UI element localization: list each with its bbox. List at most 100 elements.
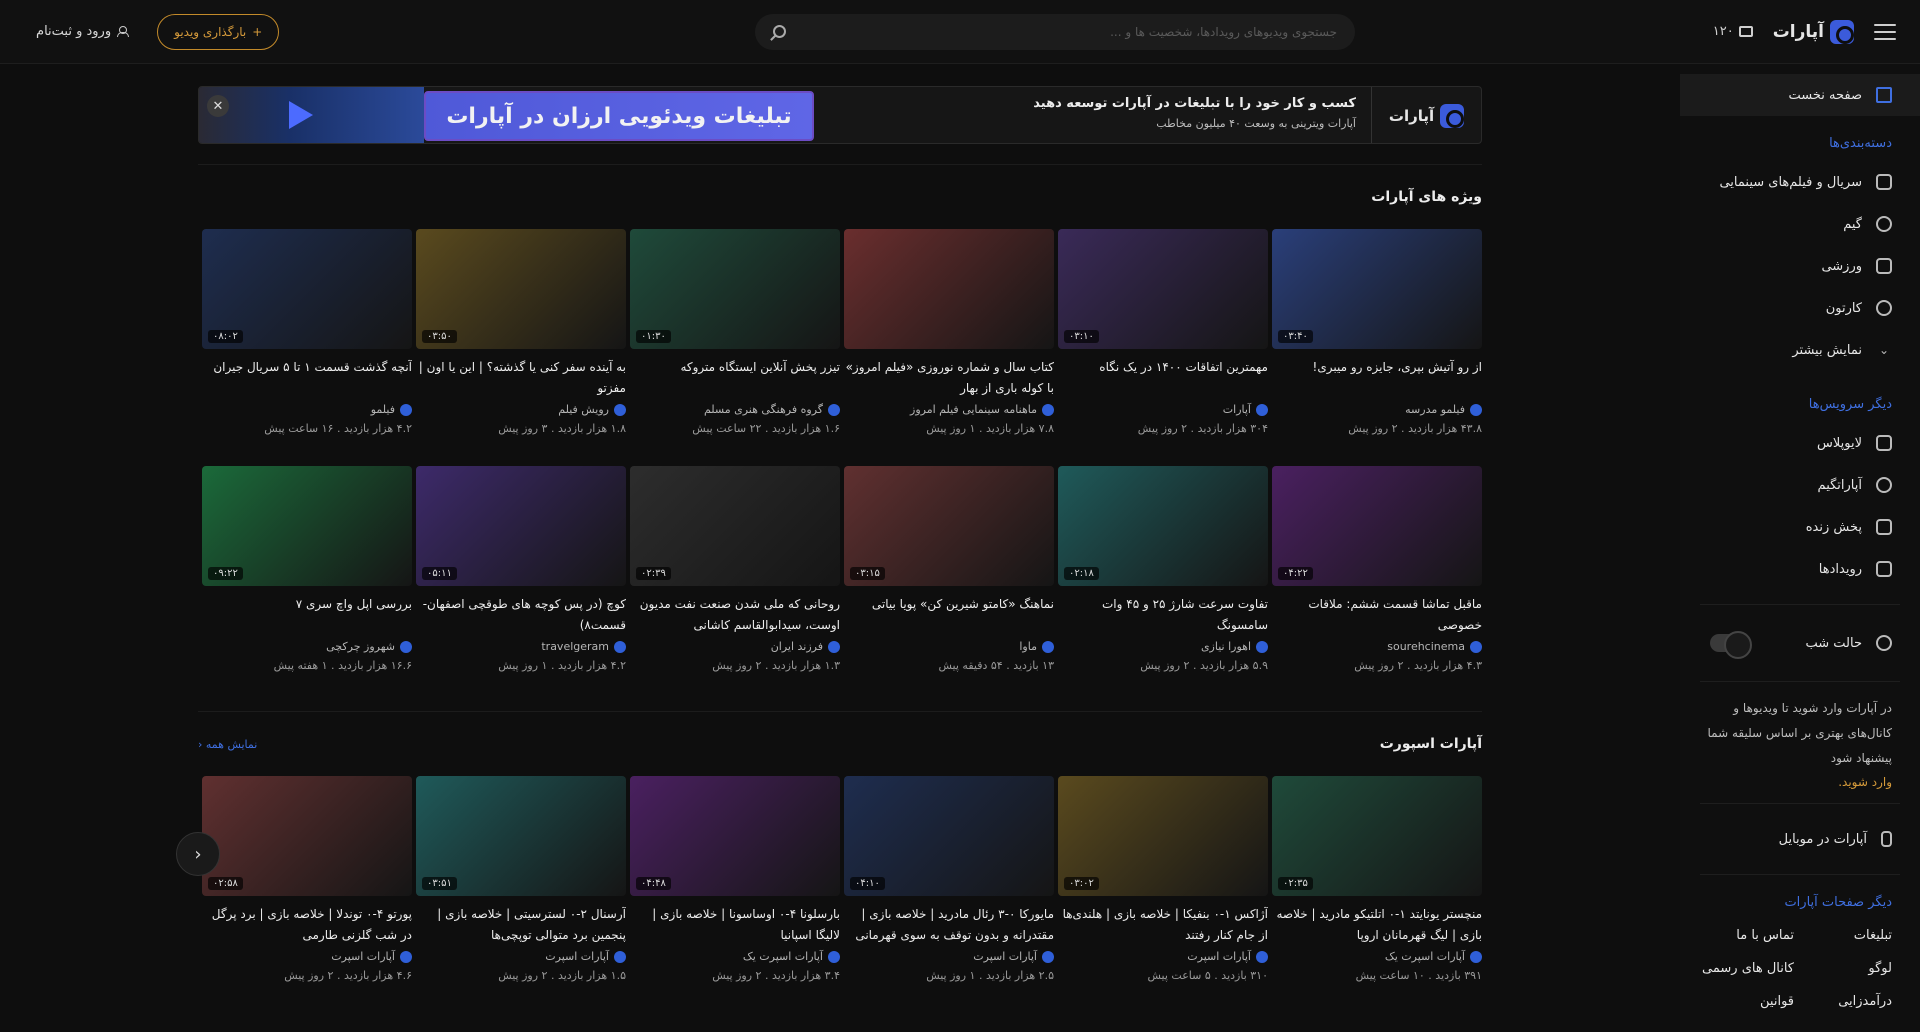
video-card[interactable]: ۰۴:۲۲ ماقبل تماشا قسمت ششم: ملاقات خصوصی s… [1272, 466, 1482, 703]
channel-link[interactable]: اهورا نیازی [1058, 640, 1268, 653]
video-card[interactable]: ۰۸:۰۲ آنچه گذشت قسمت ۱ تا ۵ سریال جیران فی… [202, 229, 412, 466]
channel-link[interactable]: فیلمو مدرسه [1272, 403, 1482, 416]
video-thumbnail[interactable]: ۰۴:۲۲ [1272, 466, 1482, 586]
video-title[interactable]: بارسلونا ۴-۰ اوساسونا | خلاصه بازی | لال… [630, 904, 840, 946]
sidebar-item-game[interactable]: گیم [1680, 203, 1920, 245]
video-title[interactable]: آرسنال ۲-۰ لسترسیتی | خلاصه بازی | پنجمی… [416, 904, 626, 946]
link-ads[interactable]: تبلیغات [1794, 928, 1892, 943]
channel-link[interactable]: آپارات اسپرت یک [630, 950, 840, 963]
logo[interactable]: آپارات [1773, 19, 1854, 44]
video-card[interactable]: ۰۳:۵۰ به آینده سفر کنی یا گذشته؟ | این یا… [416, 229, 626, 466]
channel-link[interactable]: ماهنامه سینمایی فیلم امروز [844, 403, 1054, 416]
video-card[interactable]: ۰۵:۱۱ کوچ (در پس کوچه های طوقچی اصفهان- ق… [416, 466, 626, 703]
sidebar-item-sport[interactable]: ورزشی [1680, 245, 1920, 287]
notification-counter[interactable]: ۱۲۰ [1713, 24, 1753, 39]
video-card[interactable]: ۰۹:۲۲ بررسی اپل واچ سری ۷ شهروز چرکچی ۱۶.۶ … [202, 466, 412, 703]
channel-link[interactable]: آپارات اسپرت [844, 950, 1054, 963]
video-card[interactable]: ۰۳:۵۱ آرسنال ۲-۰ لسترسیتی | خلاصه بازی | … [416, 776, 626, 1013]
video-title[interactable]: تیزر پخش آنلاین ایستگاه متروکه [630, 357, 840, 399]
video-title[interactable]: کوچ (در پس کوچه های طوقچی اصفهان- قسمت۸) [416, 594, 626, 636]
video-thumbnail[interactable]: ۰۳:۵۰ [416, 229, 626, 349]
sidebar-item-home[interactable]: صفحه نخست [1680, 74, 1920, 116]
channel-link[interactable]: آپارات اسپرت [202, 950, 412, 963]
carousel-left-arrow-icon[interactable]: ‹ [176, 832, 220, 876]
link-contact[interactable]: تماس با ما [1696, 928, 1794, 943]
channel-link[interactable]: شهروز چرکچی [202, 640, 412, 653]
channel-link[interactable]: آپارات اسپرت [1058, 950, 1268, 963]
video-card[interactable]: ۰۲:۵۸ پورتو ۴-۰ توندلا | خلاصه بازی | برد… [202, 776, 412, 1013]
video-thumbnail[interactable]: ۰۴:۴۸ [630, 776, 840, 896]
video-title[interactable]: آنچه گذشت قسمت ۱ تا ۵ سریال جیران [202, 357, 412, 399]
sidebar-item-series[interactable]: سریال و فیلم‌های سینمایی [1680, 161, 1920, 203]
channel-link[interactable]: ماوا [844, 640, 1054, 653]
video-title[interactable]: بررسی اپل واچ سری ۷ [202, 594, 412, 636]
video-thumbnail[interactable]: ۰۲:۳۵ [1272, 776, 1482, 896]
video-card[interactable]: ۰۳:۱۰ مهمترین اتفاقات ۱۴۰۰ در یک نگاه آپار… [1058, 229, 1268, 466]
sidebar-item-cartoon[interactable]: کارتون [1680, 287, 1920, 329]
channel-link[interactable]: گروه فرهنگی هنری مسلم [630, 403, 840, 416]
banner-cta[interactable]: تبلیغات ویدئویی ارزان در آپارات [424, 91, 814, 141]
video-card[interactable]: ۰۴:۱۰ مایورکا ۰-۳ رئال مادرید | خلاصه باز… [844, 776, 1054, 1013]
search-icon[interactable] [773, 25, 787, 38]
channel-link[interactable]: آپارات اسپرت [416, 950, 626, 963]
video-title[interactable]: آژاکس ۱-۰ بنفیکا | خلاصه بازی | هلندی‌ها… [1058, 904, 1268, 946]
video-title[interactable]: روحانی که ملی شدن صنعت نفت مدیون اوست، س… [630, 594, 840, 636]
search-input[interactable] [796, 24, 1338, 39]
close-icon[interactable]: ✕ [207, 95, 229, 117]
channel-link[interactable]: آپارات اسپرت یک [1272, 950, 1482, 963]
video-title[interactable]: به آینده سفر کنی یا گذشته؟ | این یا اون … [416, 357, 626, 399]
video-thumbnail[interactable]: ۰۳:۵۱ [416, 776, 626, 896]
sidebar-item-liveplus[interactable]: لایوپلاس [1680, 422, 1920, 464]
video-card[interactable]: ۰۱:۳۰ تیزر پخش آنلاین ایستگاه متروکه گروه … [630, 229, 840, 466]
night-mode-toggle[interactable] [1710, 631, 1752, 659]
channel-link[interactable]: فیلمو [202, 403, 412, 416]
link-monetization[interactable]: درآمدزایی [1794, 994, 1892, 1009]
video-card[interactable]: ۰۴:۴۸ بارسلونا ۴-۰ اوساسونا | خلاصه بازی … [630, 776, 840, 1013]
sidebar-item-live-stream[interactable]: پخش زنده [1680, 506, 1920, 548]
video-thumbnail[interactable]: ۰۳:۱۰ [1058, 229, 1268, 349]
video-card[interactable]: ۰۳:۴۰ از رو آتیش بپری، جایزه رو میبری! فیل… [1272, 229, 1482, 466]
video-title[interactable]: نماهنگ «کامتو شیرین کن» پویا بیاتی [844, 594, 1054, 636]
show-all-link[interactable]: نمایش همه ‹ [198, 738, 257, 751]
video-thumbnail[interactable]: ۰۲:۱۸ [1058, 466, 1268, 586]
video-thumbnail[interactable]: ۰۳:۱۵ [844, 466, 1054, 586]
sidebar-item-aparatgame[interactable]: آپاراتگیم [1680, 464, 1920, 506]
video-thumbnail[interactable]: ۰۳:۰۲ [1058, 776, 1268, 896]
link-official-channels[interactable]: کانال های رسمی [1696, 961, 1794, 976]
ad-banner[interactable]: ✕ تبلیغات ویدئویی ارزان در آپارات کسب و … [198, 86, 1482, 144]
channel-link[interactable]: آپارات [1058, 403, 1268, 416]
channel-link[interactable]: sourehcinema [1272, 640, 1482, 653]
video-card[interactable]: ۰۲:۳۹ روحانی که ملی شدن صنعت نفت مدیون او… [630, 466, 840, 703]
video-card[interactable]: کتاب سال و شماره نوروزی «فیلم امروز» با … [844, 229, 1054, 466]
link-rules[interactable]: قوانین [1696, 994, 1794, 1009]
video-title[interactable]: کتاب سال و شماره نوروزی «فیلم امروز» با … [844, 357, 1054, 399]
video-title[interactable]: مایورکا ۰-۳ رئال مادرید | خلاصه بازی | م… [844, 904, 1054, 946]
video-title[interactable]: ماقبل تماشا قسمت ششم: ملاقات خصوصی [1272, 594, 1482, 636]
video-title[interactable]: از رو آتیش بپری، جایزه رو میبری! [1272, 357, 1482, 399]
video-thumbnail[interactable]: ۰۲:۵۸ [202, 776, 412, 896]
video-card[interactable]: ۰۲:۱۸ تفاوت سرعت شارژ ۲۵ و ۴۵ وات سامسونگ… [1058, 466, 1268, 703]
video-title[interactable]: منچستر یونایتد ۱-۰ اتلتیکو مادرید | خلاص… [1272, 904, 1483, 946]
video-thumbnail[interactable]: ۰۴:۱۰ [844, 776, 1054, 896]
sidebar-item-mobile[interactable]: آپارات در موبایل [1680, 818, 1920, 860]
sidebar-item-events[interactable]: رویدادها [1680, 548, 1920, 590]
link-logo[interactable]: لوگو [1794, 961, 1892, 976]
menu-icon[interactable] [1874, 23, 1896, 40]
sidebar-item-show-more[interactable]: ⌄ نمایش بیشتر [1680, 329, 1920, 371]
sidebar-login-link[interactable]: وارد شوید. [1680, 771, 1920, 789]
video-thumbnail[interactable]: ۰۱:۳۰ [630, 229, 840, 349]
channel-link[interactable]: فرزند ایران [630, 640, 840, 653]
video-thumbnail[interactable] [844, 229, 1054, 349]
video-card[interactable]: ۰۲:۳۵ منچستر یونایتد ۱-۰ اتلتیکو مادرید |… [1272, 776, 1482, 1013]
video-thumbnail[interactable]: ۰۲:۳۹ [630, 466, 840, 586]
channel-link[interactable]: رویش فیلم [416, 403, 626, 416]
video-thumbnail[interactable]: ۰۹:۲۲ [202, 466, 412, 586]
video-card[interactable]: ۰۳:۰۲ آژاکس ۱-۰ بنفیکا | خلاصه بازی | هلن… [1058, 776, 1268, 1013]
video-title[interactable]: تفاوت سرعت شارژ ۲۵ و ۴۵ وات سامسونگ [1058, 594, 1268, 636]
video-title[interactable]: پورتو ۴-۰ توندلا | خلاصه بازی | برد پرگل… [202, 904, 412, 946]
video-thumbnail[interactable]: ۰۸:۰۲ [202, 229, 412, 349]
channel-link[interactable]: travelgeram [416, 640, 626, 653]
login-button[interactable]: ورود و ثبت‌نام [36, 24, 130, 39]
video-thumbnail[interactable]: ۰۵:۱۱ [416, 466, 626, 586]
video-thumbnail[interactable]: ۰۳:۴۰ [1272, 229, 1482, 349]
